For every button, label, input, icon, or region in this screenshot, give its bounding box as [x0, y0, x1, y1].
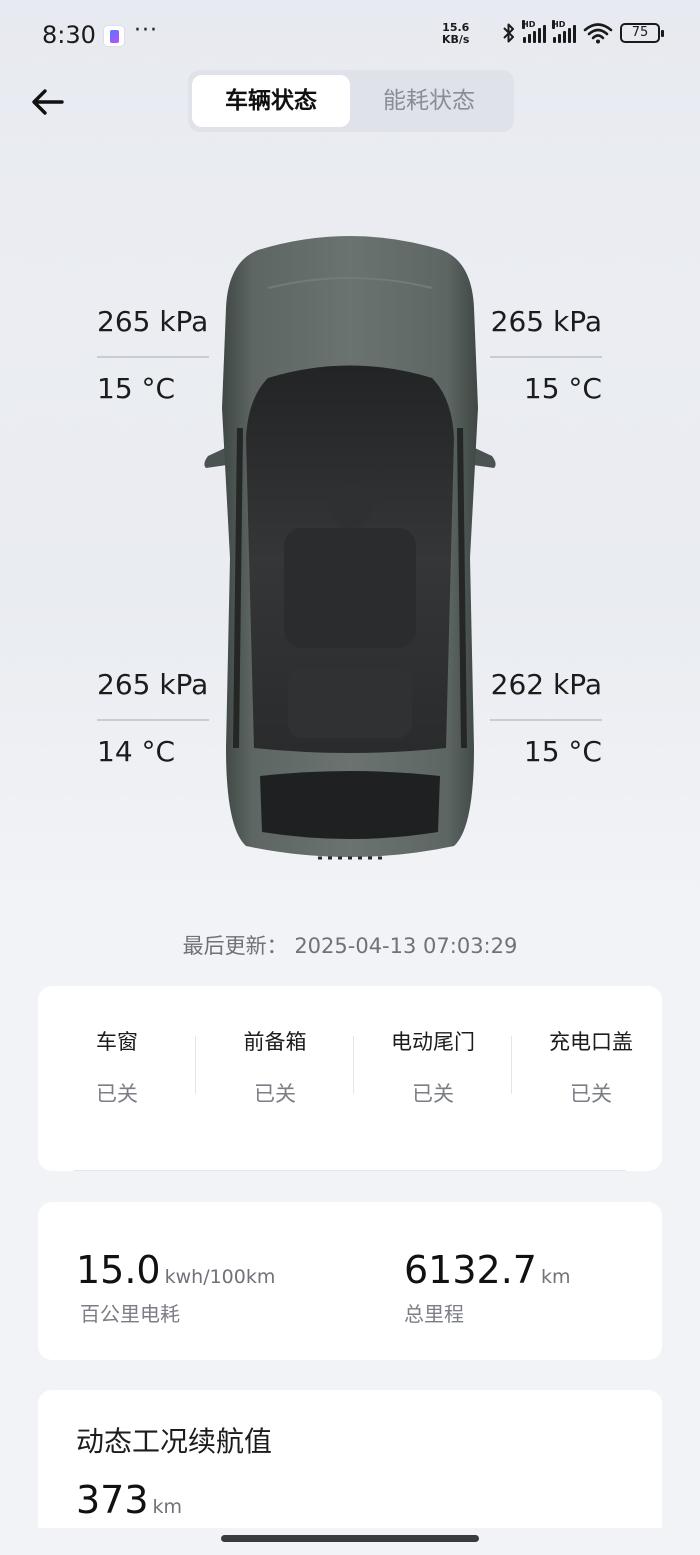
status-value: 已关 [412, 1082, 454, 1106]
status-name: 电动尾门 [391, 1030, 475, 1054]
divider [490, 719, 602, 721]
network-speed: 15.6 KB/s [442, 22, 469, 46]
status-value: 已关 [570, 1082, 612, 1106]
bluetooth-icon [503, 23, 514, 43]
range-unit: km [152, 1496, 183, 1518]
metrics-card: 15.0 kwh/100km 百公里电耗 6132.7 km 总里程 [38, 1202, 662, 1360]
divider [74, 1170, 626, 1171]
divider [97, 719, 209, 721]
tire-front-left: 265 kPa 15 °C [97, 305, 209, 405]
signal-icon-2: HD [552, 20, 576, 43]
tab-energy-status[interactable]: 能耗状态 [350, 75, 508, 127]
car-top-view [198, 228, 502, 888]
tire-pressure: 262 kPa [490, 668, 602, 701]
arrow-left-icon [32, 89, 64, 115]
metric-unit: km [540, 1266, 571, 1288]
status-value: 已关 [96, 1082, 138, 1106]
status-time: 8:30 [42, 21, 96, 49]
metric-consumption: 15.0 kwh/100km 百公里电耗 [76, 1248, 275, 1327]
tab-bar: 车辆状态 能耗状态 [188, 70, 514, 132]
back-button[interactable] [28, 84, 68, 120]
status-bar: 8:30 ··· 15.6 KB/s HD HD 75 [0, 0, 700, 70]
tire-pressure: 265 kPa [490, 305, 602, 338]
last-update: 最后更新： 2025-04-13 07:03:29 [0, 930, 700, 960]
range-title: 动态工况续航值 [76, 1425, 273, 1458]
tire-temperature: 14 °C [97, 735, 176, 768]
home-indicator[interactable] [221, 1535, 479, 1542]
hd-label-2: HD [552, 20, 566, 29]
more-notifications-icon: ··· [134, 18, 158, 43]
last-update-label: 最后更新： [182, 934, 288, 958]
metric-label: 百公里电耗 [80, 1302, 180, 1326]
tire-temperature: 15 °C [97, 372, 176, 405]
metric-value: 15.0 [76, 1248, 161, 1292]
status-name: 前备箱 [243, 1030, 307, 1054]
tire-pressure: 265 kPa [97, 668, 209, 701]
status-name: 车窗 [96, 1030, 138, 1054]
metric-value: 6132.7 [404, 1248, 537, 1292]
battery-icon: 75 [620, 23, 664, 43]
status-value: 已关 [254, 1082, 296, 1106]
status-frunk: 前备箱 已关 [196, 1026, 354, 1108]
metric-odometer: 6132.7 km 总里程 [404, 1248, 570, 1327]
tire-rear-right: 262 kPa 15 °C [490, 668, 602, 768]
hd-label: HD [522, 20, 536, 29]
status-window: 车窗 已关 [38, 1026, 196, 1108]
tire-front-right: 265 kPa 15 °C [490, 305, 602, 405]
tire-rear-left: 265 kPa 14 °C [97, 668, 209, 768]
metric-unit: kwh/100km [164, 1266, 276, 1288]
signal-icon: HD [522, 20, 546, 43]
last-update-time: 2025-04-13 07:03:29 [294, 934, 518, 958]
app-icon [103, 25, 125, 47]
status-tailgate: 电动尾门 已关 [354, 1026, 512, 1108]
closure-status-card: 车窗 已关 前备箱 已关 电动尾门 已关 充电口盖 已关 [38, 986, 662, 1171]
car-image [204, 236, 496, 860]
tire-pressure: 265 kPa [97, 305, 209, 338]
tab-vehicle-status[interactable]: 车辆状态 [192, 75, 350, 127]
divider [490, 356, 602, 358]
tire-temperature: 15 °C [523, 735, 602, 768]
range-value: 373 km [76, 1478, 182, 1522]
status-name: 充电口盖 [549, 1030, 633, 1054]
tire-temperature: 15 °C [523, 372, 602, 405]
range-number: 373 [76, 1478, 149, 1522]
network-speed-unit: KB/s [442, 33, 470, 46]
wifi-icon [583, 23, 613, 44]
status-charge-port: 充电口盖 已关 [512, 1026, 670, 1108]
divider [97, 356, 209, 358]
metric-label: 总里程 [404, 1302, 464, 1326]
